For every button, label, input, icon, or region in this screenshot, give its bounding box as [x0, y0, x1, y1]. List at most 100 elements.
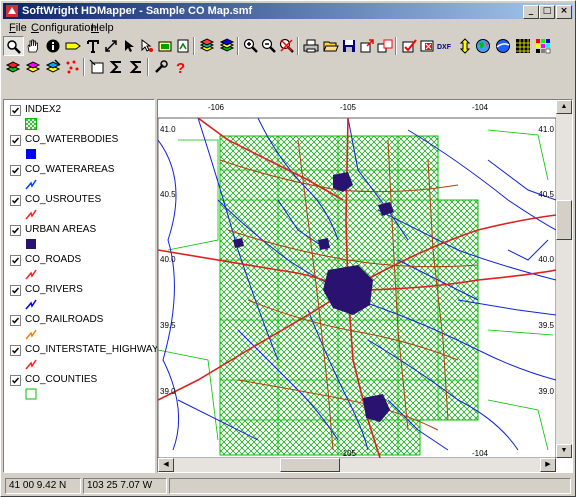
- satellite-button[interactable]: [493, 36, 514, 56]
- layer-add-icon: [5, 61, 21, 73]
- print-button[interactable]: [301, 36, 322, 56]
- sigma-button[interactable]: [107, 57, 128, 77]
- layer-visibility-checkbox[interactable]: [10, 105, 21, 116]
- layer-visibility-checkbox[interactable]: [10, 225, 21, 236]
- legend-item[interactable]: CO_WATERAREAS: [8, 162, 154, 190]
- sigma-icon: [109, 61, 121, 73]
- help-question-icon: ?: [176, 60, 185, 75]
- checkmark-icon: [11, 107, 20, 114]
- layer-visibility-checkbox[interactable]: [10, 135, 21, 146]
- scroll-left-button[interactable]: ◀: [158, 458, 174, 472]
- legend-item[interactable]: CO_WATERBODIES: [8, 132, 154, 160]
- minimize-button[interactable]: _: [523, 5, 539, 19]
- scroll-up-button[interactable]: ▲: [556, 100, 572, 114]
- layer-add-button[interactable]: [3, 57, 24, 77]
- secondary-toolbar: ?: [3, 56, 203, 78]
- palette-button[interactable]: [533, 36, 554, 56]
- map-view[interactable]: -106 -105 -104 41.0 40.5 40.0 39.5 39.0 41.0 40…: [157, 99, 573, 473]
- save-icon: [343, 40, 355, 52]
- layer-visibility-checkbox[interactable]: [10, 255, 21, 266]
- text-tool-icon: [87, 40, 99, 53]
- status-message: [169, 478, 571, 494]
- legend-item[interactable]: CO_ROADS: [8, 252, 154, 280]
- layer-stack-button[interactable]: [23, 57, 44, 77]
- zoom-in-icon: [243, 38, 258, 53]
- legend-item[interactable]: INDEX2: [8, 102, 154, 130]
- layer-visibility-checkbox[interactable]: [10, 195, 21, 206]
- checkbox-icon: [402, 39, 417, 53]
- coordinate-label: -104: [472, 449, 489, 458]
- points-icon: [66, 60, 79, 74]
- horizontal-scroll-thumb[interactable]: [280, 458, 340, 472]
- coordinate-label: 39.5: [538, 321, 554, 330]
- open-folder-icon: [323, 41, 339, 52]
- scroll-down-button[interactable]: ▼: [556, 444, 572, 458]
- dxf-icon: DXF: [437, 44, 452, 51]
- layers-icon: [199, 38, 215, 52]
- points-button[interactable]: [63, 57, 84, 77]
- checkmark-icon: [11, 377, 20, 384]
- page-icon: [177, 39, 189, 53]
- tools-button[interactable]: [151, 57, 172, 77]
- layer-edit-icon: [45, 59, 61, 73]
- sigma-sum-button[interactable]: [127, 57, 148, 77]
- legend-item[interactable]: CO_RAILROADS: [8, 312, 154, 340]
- layer-edit-button[interactable]: [43, 57, 64, 77]
- legend-label: CO_INTERSTATE_HIGHWAY: [25, 344, 159, 355]
- print-icon: [303, 39, 319, 53]
- layer-visibility-checkbox[interactable]: [10, 345, 21, 356]
- select-box-button[interactable]: [87, 57, 108, 77]
- page-button[interactable]: [173, 36, 194, 56]
- checkmark-icon: [11, 287, 20, 294]
- horizontal-scrollbar[interactable]: ◀ ▶: [158, 458, 556, 472]
- map-canvas[interactable]: -106 -105 -104 41.0 40.5 40.0 39.5 39.0 41.0 40…: [158, 100, 556, 458]
- export-icon: [360, 39, 374, 53]
- vertical-scroll-thumb[interactable]: [556, 200, 572, 240]
- close-button[interactable]: ×: [556, 5, 572, 19]
- main-toolbar: DXF: [3, 35, 573, 57]
- legend-item[interactable]: CO_INTERSTATE_HIGHWAY: [8, 342, 159, 370]
- zoom-cancel-button[interactable]: [277, 36, 298, 56]
- legend-symbol: [25, 329, 37, 340]
- grid-button[interactable]: [513, 36, 534, 56]
- checkmark-icon: [11, 317, 20, 324]
- menu-help[interactable]: Help: [87, 21, 118, 36]
- coordinate-label: -105: [340, 103, 357, 112]
- legend-item[interactable]: URBAN AREAS: [8, 222, 154, 250]
- layers-color-button[interactable]: [217, 36, 238, 56]
- coordinate-label: 39.0: [538, 387, 554, 396]
- zoom-select-button[interactable]: [3, 36, 24, 56]
- coordinate-label: 40.0: [538, 255, 554, 264]
- legend-item[interactable]: CO_COUNTIES: [8, 372, 154, 400]
- layer-legend: INDEX2 CO_WATERBODIES CO_WATERAREAS CO_USRO…: [3, 99, 159, 473]
- coordinate-label: -106: [208, 103, 225, 112]
- copy-layers-button[interactable]: [375, 36, 396, 56]
- rectangle-icon: [158, 41, 172, 52]
- layer-stack-icon: [25, 61, 41, 73]
- label-button[interactable]: [63, 36, 84, 56]
- close-red-icon: [420, 40, 434, 52]
- layer-visibility-checkbox[interactable]: [10, 375, 21, 386]
- pan-button[interactable]: [23, 36, 44, 56]
- legend-item[interactable]: CO_RIVERS: [8, 282, 154, 310]
- layers-button[interactable]: [197, 36, 218, 56]
- legend-symbol: [25, 388, 37, 400]
- coordinate-label: 39.0: [160, 387, 176, 396]
- legend-symbol: [25, 179, 37, 190]
- maximize-button[interactable]: □: [539, 5, 555, 19]
- label-icon: [65, 42, 81, 50]
- legend-item[interactable]: CO_USROUTES: [8, 192, 154, 220]
- help-button[interactable]: ?: [171, 57, 192, 77]
- vertical-scrollbar[interactable]: ▲ ▼: [556, 100, 572, 458]
- coordinate-label: 40.5: [538, 190, 554, 199]
- info-button[interactable]: [43, 36, 64, 56]
- layer-visibility-checkbox[interactable]: [10, 165, 21, 176]
- globe-button[interactable]: [473, 36, 494, 56]
- scroll-right-button[interactable]: ▶: [540, 458, 556, 472]
- checkmark-icon: [11, 197, 20, 204]
- legend-symbol: [26, 239, 36, 249]
- zoom-out-icon: [261, 38, 276, 53]
- dxf-button[interactable]: DXF: [435, 36, 456, 56]
- layer-visibility-checkbox[interactable]: [10, 285, 21, 296]
- layer-visibility-checkbox[interactable]: [10, 315, 21, 326]
